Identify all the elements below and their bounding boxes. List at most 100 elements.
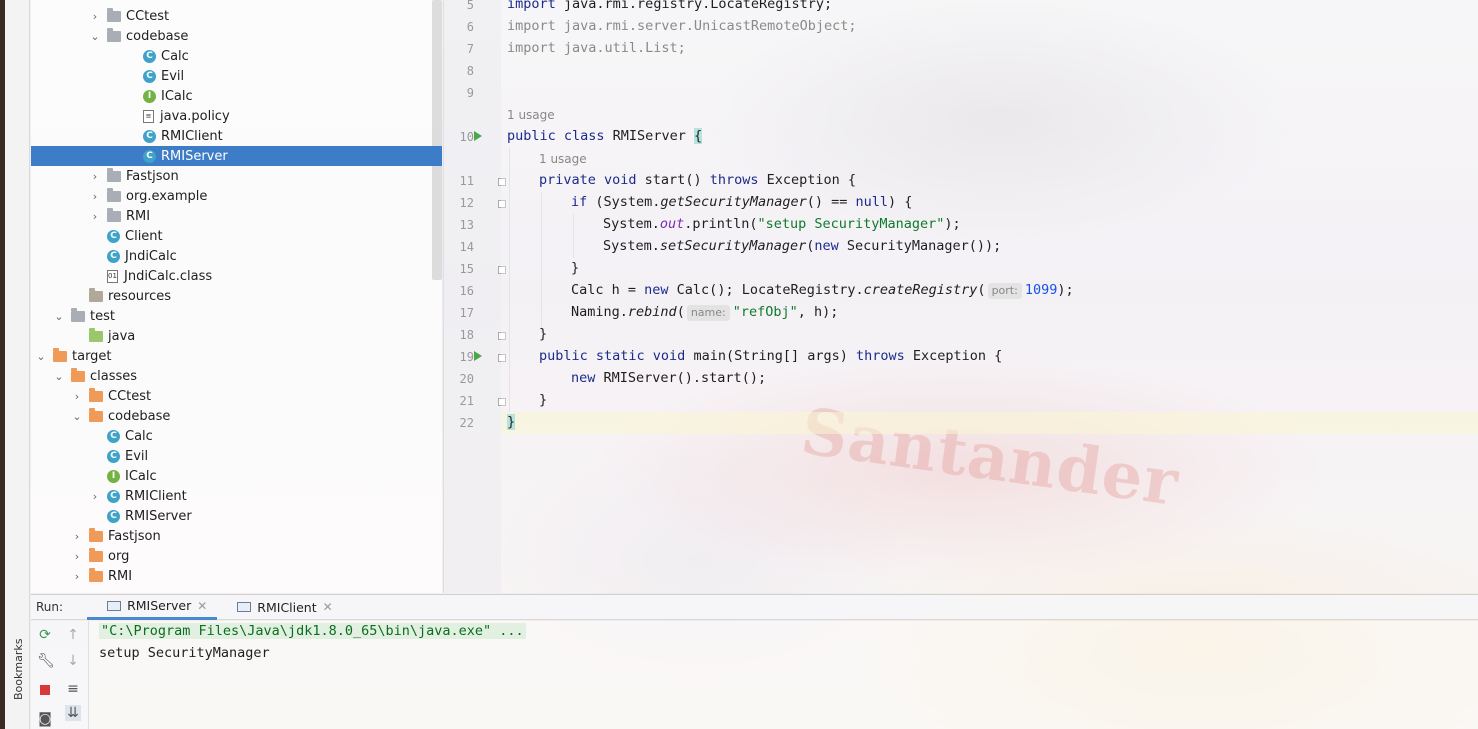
chevron-right-icon[interactable]: › [89,10,101,23]
project-tree[interactable]: › CCtest ⌄ codebase C Calc C Evil I ICalc ≡ java.po… [31,0,442,593]
line-number: 17 [459,306,474,320]
line-number: 8 [466,64,474,78]
excluded-folder-icon [89,527,103,542]
tree-item-label: RMI [108,568,133,584]
tree-item[interactable]: C RMIServer [31,506,442,526]
line-number: 5 [466,0,474,12]
tree-item[interactable]: C Calc [31,426,442,446]
tree-item-label: CCtest [126,8,170,24]
code-line-21: } [539,392,548,408]
chevron-right-icon[interactable]: › [71,570,83,583]
code-editor[interactable]: import java.rmi.registry.LocateRegistry;… [501,0,1478,593]
soft-wrap-icon[interactable]: ≡ [65,681,81,697]
usage-hint-class[interactable]: 1 usage [507,108,555,122]
tree-item[interactable]: ⌄ target [31,346,442,366]
chevron-down-icon[interactable]: ⌄ [53,370,65,383]
tree-item[interactable]: C Evil [31,446,442,466]
tree-item[interactable]: C JndiCalc [31,246,442,266]
line-number: 11 [459,174,474,188]
param-hint-port: port: [987,283,1022,299]
tree-item[interactable]: C RMIServer [31,146,442,166]
scroll-to-end-icon[interactable]: ⇊ [65,705,81,721]
tree-item[interactable]: › Fastjson [31,526,442,546]
stop-icon[interactable] [37,683,53,699]
run-tab-rmiclient[interactable]: RMIClient ✕ [217,594,342,620]
code-line-7: import java.util.List; [507,40,686,56]
arrow-down-icon[interactable]: ↓ [65,653,81,669]
chevron-down-icon[interactable]: ⌄ [89,30,101,43]
chevron-right-icon[interactable]: › [71,530,83,543]
run-tab-rmiserver[interactable]: RMIServer ✕ [87,594,218,620]
chevron-down-icon[interactable]: ⌄ [53,310,65,323]
tree-item[interactable]: ⌄ codebase [31,406,442,426]
tree-item[interactable]: › RMI [31,206,442,226]
tree-item[interactable]: I ICalc [31,466,442,486]
console-line: "C:\Program Files\Java\jdk1.8.0_65\bin\j… [99,623,526,639]
run-toolbar: ⟳ ↑ 🔧︎ ↓ ≡ ⇊ ◙ [31,621,89,729]
line-number: 16 [459,284,474,298]
line-number: 13 [459,218,474,232]
chevron-right-icon[interactable]: › [89,190,101,203]
chevron-right-icon[interactable]: › [71,390,83,403]
code-line-16: Calc h = new Calc(); LocateRegistry.crea… [571,282,1074,299]
tree-item[interactable]: ⌄ codebase [31,26,442,46]
chevron-down-icon[interactable]: ⌄ [71,410,83,423]
code-line-13: System.out.println("setup SecurityManage… [603,216,961,232]
chevron-right-icon[interactable]: › [89,170,101,183]
excluded-folder-icon [89,547,103,562]
tree-item[interactable]: ⌄ test [31,306,442,326]
line-number: 6 [466,20,474,34]
run-gutter-icon[interactable] [474,351,482,361]
chevron-down-icon[interactable]: ⌄ [35,350,47,363]
interface-icon: I [143,89,156,103]
arrow-up-icon[interactable]: ↑ [65,627,81,643]
chevron-right-icon[interactable]: › [71,550,83,563]
folder-icon [107,27,121,42]
run-gutter-icon[interactable] [474,131,482,141]
tree-item[interactable]: › CCtest [31,6,442,26]
code-line-18: } [539,326,548,342]
tree-item-label: codebase [108,408,171,424]
close-icon[interactable]: ✕ [197,599,207,613]
tree-item[interactable]: I ICalc [31,86,442,106]
console-output[interactable]: "C:\Program Files\Java\jdk1.8.0_65\bin\j… [89,621,1478,729]
class-icon: C [143,149,156,163]
tree-item-label: Evil [161,68,185,84]
tree-item[interactable]: resources [31,286,442,306]
tree-item[interactable]: 01 JndiCalc.class [31,266,442,286]
line-number: 21 [459,394,474,408]
tree-item-label: java [108,328,136,344]
camera-icon[interactable]: ◙ [37,711,53,727]
console-icon [107,600,122,611]
tree-item[interactable]: C RMIClient [31,126,442,146]
line-number: 12 [459,196,474,210]
tree-item[interactable]: › org.example [31,186,442,206]
tree-item[interactable]: C Evil [31,66,442,86]
tree-item-label: org.example [126,188,208,204]
tree-item-label: RMI [126,208,151,224]
code-line-14: System.setSecurityManager(new SecurityMa… [603,238,1002,254]
tree-item[interactable]: › C RMIClient [31,486,442,506]
tree-item[interactable]: C Client [31,226,442,246]
window-edge [0,0,5,729]
bookmarks-tool-button[interactable]: Bookmarks [12,639,25,700]
tree-item[interactable]: › CCtest [31,386,442,406]
chevron-right-icon[interactable]: › [89,210,101,223]
tree-item-label: JndiCalc [125,248,177,264]
folder-icon [107,7,121,22]
code-line-17: Naming.rebind(name: "refObj", h); [571,304,839,321]
tree-item[interactable]: java [31,326,442,346]
tree-item[interactable]: › RMI [31,566,442,586]
chevron-right-icon[interactable]: › [89,490,101,503]
tree-item[interactable]: C Calc [31,46,442,66]
tree-item[interactable]: ⌄ classes [31,366,442,386]
console-icon [237,602,252,612]
usage-hint-method[interactable]: 1 usage [539,152,587,166]
rerun-icon[interactable]: ⟳ [37,627,53,643]
close-icon[interactable]: ✕ [323,600,333,614]
wrench-icon[interactable]: 🔧︎ [37,653,55,669]
class-icon: C [107,449,120,463]
tree-item[interactable]: › org [31,546,442,566]
tree-item[interactable]: › Fastjson [31,166,442,186]
tree-item[interactable]: ≡ java.policy [31,106,442,126]
